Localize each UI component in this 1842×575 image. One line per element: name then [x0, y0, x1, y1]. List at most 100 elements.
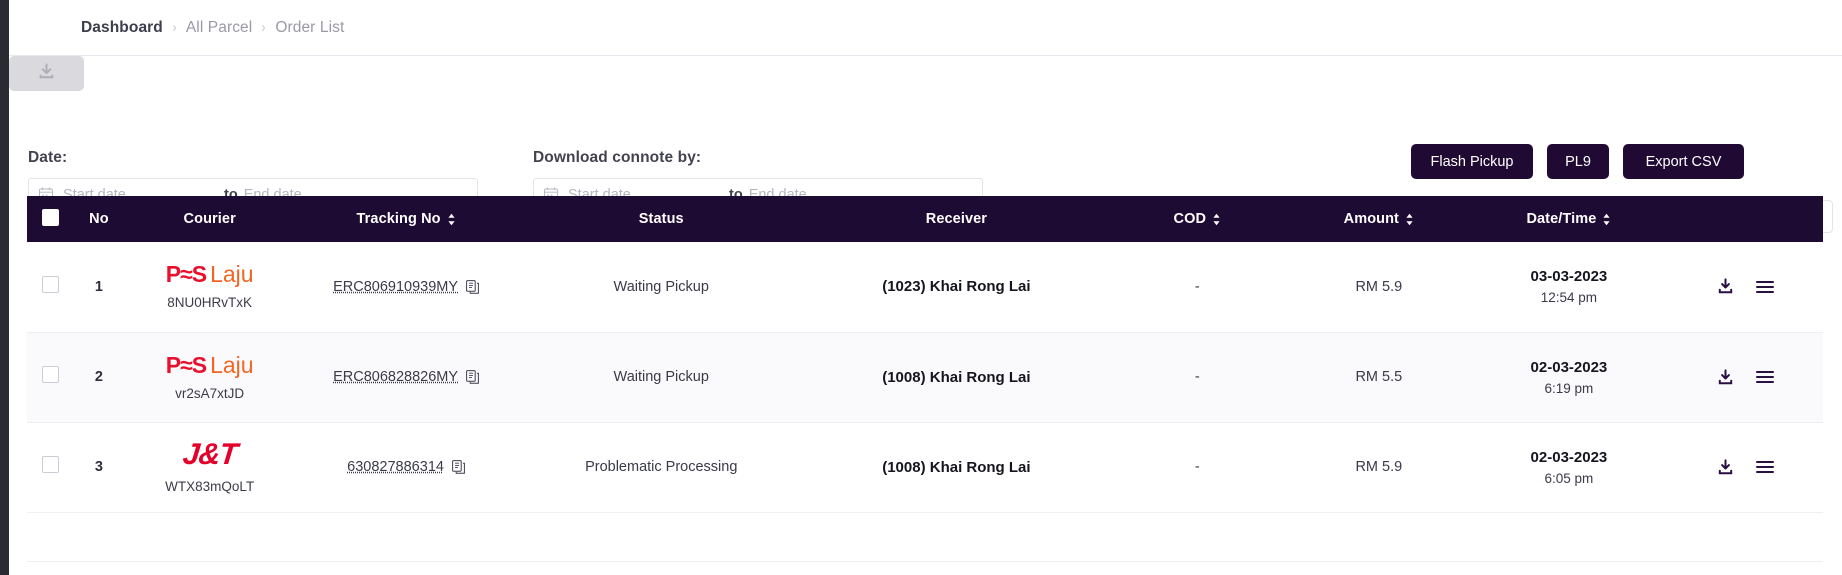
column-header-amount[interactable]: Amount: [1288, 196, 1470, 242]
date-filter-label: Date:: [28, 149, 68, 166]
column-label-no: No: [89, 211, 109, 227]
row-status: Waiting Pickup: [613, 369, 709, 385]
row-datetime: 02-03-2023 6:19 pm: [1469, 332, 1669, 422]
copy-icon[interactable]: [466, 370, 479, 384]
jnt-logo: J&T: [181, 438, 239, 471]
pl9-button[interactable]: PL9: [1547, 144, 1609, 179]
row-receiver: (1008) Khai Rong Lai: [882, 368, 1031, 386]
row-select-cell: [27, 242, 75, 332]
row-cod: -: [1194, 369, 1200, 385]
column-label-amount: Amount: [1343, 211, 1399, 227]
sort-icon[interactable]: [447, 213, 456, 226]
row-actions: [1669, 422, 1823, 512]
courier-code: vr2sA7xtJD: [175, 385, 245, 401]
row-date: 02-03-2023: [1530, 358, 1608, 376]
row-checkbox[interactable]: [42, 456, 60, 473]
row-amount: RM 5.5: [1355, 369, 1403, 385]
row-download-icon[interactable]: [1717, 278, 1734, 295]
column-header-cod[interactable]: COD: [1105, 196, 1289, 242]
sort-icon[interactable]: [1405, 213, 1414, 226]
row-no: 1: [94, 278, 103, 295]
row-no: 2: [94, 369, 103, 385]
row-amount: RM 5.9: [1355, 278, 1403, 295]
breadcrumb-item-order-list[interactable]: Order List: [275, 19, 344, 37]
column-header-courier: Courier: [122, 196, 297, 242]
row-datetime: 02-03-2023 6:05 pm: [1469, 422, 1669, 512]
copy-icon[interactable]: [466, 279, 479, 294]
courier-code: WTX83mQoLT: [165, 479, 255, 494]
select-all-header: [27, 196, 75, 242]
order-list-page: Dashboard › All Parcel › Order List Date…: [0, 0, 1842, 575]
table-row[interactable]: 1 P≈S Laju 8NU0HRvTxK ERC806910939MY Wai…: [27, 242, 1823, 332]
row-date: 03-03-2023: [1530, 268, 1608, 286]
column-header-tracking-no[interactable]: Tracking No: [296, 196, 516, 242]
poslaju-logo-pos: P≈S: [165, 261, 207, 288]
export-csv-button[interactable]: Export CSV: [1623, 144, 1744, 179]
breadcrumb-item-dashboard[interactable]: Dashboard: [81, 19, 163, 37]
column-label-status: Status: [638, 211, 684, 227]
breadcrumb: Dashboard › All Parcel › Order List: [9, 0, 1842, 56]
table-row[interactable]: 2 P≈S Laju vr2sA7xtJD ERC806828826MY Wai…: [27, 332, 1823, 422]
row-tracking: ERC806910939MY: [296, 242, 515, 332]
courier-code: 8NU0HRvTxK: [167, 295, 253, 311]
poslaju-logo: P≈S Laju: [166, 263, 254, 286]
row-status: Waiting Pickup: [613, 278, 709, 295]
tracking-number-link[interactable]: 630827886314: [347, 459, 444, 475]
row-menu-icon[interactable]: [1756, 280, 1775, 294]
row-no: 3: [94, 459, 103, 475]
tracking-number-link[interactable]: ERC806910939MY: [333, 279, 458, 295]
row-download-icon[interactable]: [1717, 368, 1734, 386]
breadcrumb-separator-icon: ›: [261, 19, 266, 36]
column-header-receiver: Receiver: [806, 196, 1106, 242]
row-time: 6:19 pm: [1544, 380, 1594, 396]
column-label-tracking-no: Tracking No: [356, 211, 441, 227]
select-all-checkbox[interactable]: [42, 208, 60, 226]
row-amount: RM 5.9: [1355, 459, 1403, 475]
left-rail: [0, 0, 9, 575]
orders-table: No Courier Tracking No Status Receiver C…: [27, 196, 1823, 513]
column-label-courier: Courier: [183, 211, 236, 227]
row-checkbox[interactable]: [42, 275, 60, 293]
row-download-icon[interactable]: [1717, 458, 1734, 476]
row-tracking: ERC806828826MY: [296, 332, 515, 422]
row-time: 12:54 pm: [1540, 290, 1598, 306]
column-label-cod: COD: [1173, 211, 1207, 227]
table-bottom-edge: [27, 561, 1823, 575]
row-receiver: (1008) Khai Rong Lai: [882, 458, 1031, 476]
row-courier: P≈S Laju 8NU0HRvTxK: [123, 242, 297, 332]
filter-bar: Date: Download connote by: to to Flash P…: [9, 56, 1842, 233]
row-status: Problematic Processing: [585, 459, 738, 475]
row-actions: [1669, 332, 1823, 422]
row-courier: J&T WTX83mQoLT: [123, 422, 297, 512]
sort-icon[interactable]: [1602, 213, 1611, 226]
row-cod: -: [1194, 278, 1200, 295]
download-icon: [38, 63, 55, 85]
column-header-no: No: [74, 196, 123, 242]
sort-icon[interactable]: [1212, 213, 1221, 226]
column-header-datetime[interactable]: Date/Time: [1469, 196, 1669, 242]
row-cod: -: [1194, 459, 1200, 475]
row-courier: P≈S Laju vr2sA7xtJD: [123, 332, 297, 422]
row-tracking: 630827886314: [296, 422, 515, 512]
row-time: 6:05 pm: [1544, 470, 1594, 486]
poslaju-logo-pos: P≈S: [165, 351, 207, 378]
table-header-row: No Courier Tracking No Status Receiver C…: [27, 196, 1823, 242]
table-row[interactable]: 3 J&T WTX83mQoLT 630827886314 Problemati…: [27, 422, 1823, 512]
row-datetime: 03-03-2023 12:54 pm: [1469, 242, 1669, 332]
connote-filter-label: Download connote by:: [533, 149, 702, 166]
column-header-status: Status: [515, 196, 807, 242]
breadcrumb-item-all-parcel[interactable]: All Parcel: [186, 19, 252, 37]
row-select-cell: [27, 422, 75, 512]
row-menu-icon[interactable]: [1756, 370, 1775, 384]
table-body: 1 P≈S Laju 8NU0HRvTxK ERC806910939MY Wai…: [27, 242, 1823, 512]
row-checkbox[interactable]: [42, 366, 60, 383]
flash-pickup-button[interactable]: Flash Pickup: [1411, 144, 1533, 179]
copy-icon[interactable]: [452, 460, 465, 474]
row-date: 02-03-2023: [1530, 448, 1608, 466]
column-label-receiver: Receiver: [925, 211, 988, 227]
poslaju-logo: P≈S Laju: [165, 351, 254, 378]
row-menu-icon[interactable]: [1756, 460, 1775, 474]
row-actions: [1669, 242, 1823, 332]
tracking-number-link[interactable]: ERC806828826MY: [333, 369, 458, 385]
poslaju-logo-laju: Laju: [210, 261, 254, 288]
